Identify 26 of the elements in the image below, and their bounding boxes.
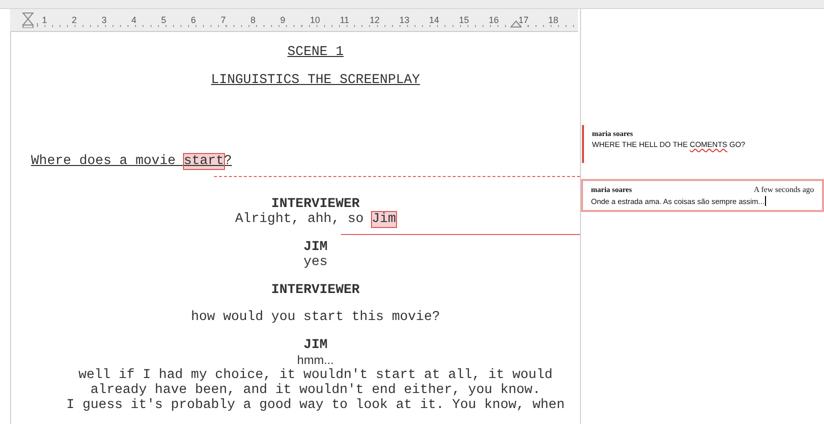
- ruler-number: 6: [190, 15, 221, 25]
- ruler-number: 10: [310, 15, 340, 25]
- character-name: INTERVIEWER: [271, 197, 360, 212]
- scene-heading: LINGUISTICS THE SCREENPLAY: [211, 73, 420, 88]
- scene-heading: SCENE 1: [287, 45, 344, 60]
- character-name: INTERVIEWER: [271, 283, 360, 298]
- character-name: JIM: [303, 338, 328, 353]
- dialogue-line: Alright, ahh, so Jim: [235, 212, 396, 227]
- ruler-number: 7: [220, 15, 250, 25]
- ruler-number: 8: [250, 15, 280, 25]
- parenthetical: hmm...: [297, 353, 334, 368]
- dialogue-line: well if I had my choice, it wouldn't start at all, it would: [78, 368, 553, 383]
- ruler-number: 11: [340, 15, 370, 25]
- action-line: Where does a movie start?: [31, 154, 232, 169]
- ruler-number: 4: [131, 15, 162, 25]
- dialogue-line: I guess it's probably a good way to look at it. You know, when: [66, 398, 565, 413]
- ruler-number: 9: [280, 15, 310, 25]
- text-cursor: [765, 196, 766, 206]
- character-name: JIM: [303, 240, 328, 255]
- indent-marker-icon[interactable]: [22, 12, 34, 28]
- dialogue-line: how would you start this movie?: [190, 310, 440, 325]
- ruler-number: 5: [161, 15, 191, 25]
- ruler-number: 3: [102, 15, 132, 25]
- comment-time: A few seconds ago: [754, 185, 814, 194]
- dialogue-line: yes: [303, 255, 328, 270]
- dialogue-line: already have been, and it wouldn't end either, you know.: [90, 383, 540, 398]
